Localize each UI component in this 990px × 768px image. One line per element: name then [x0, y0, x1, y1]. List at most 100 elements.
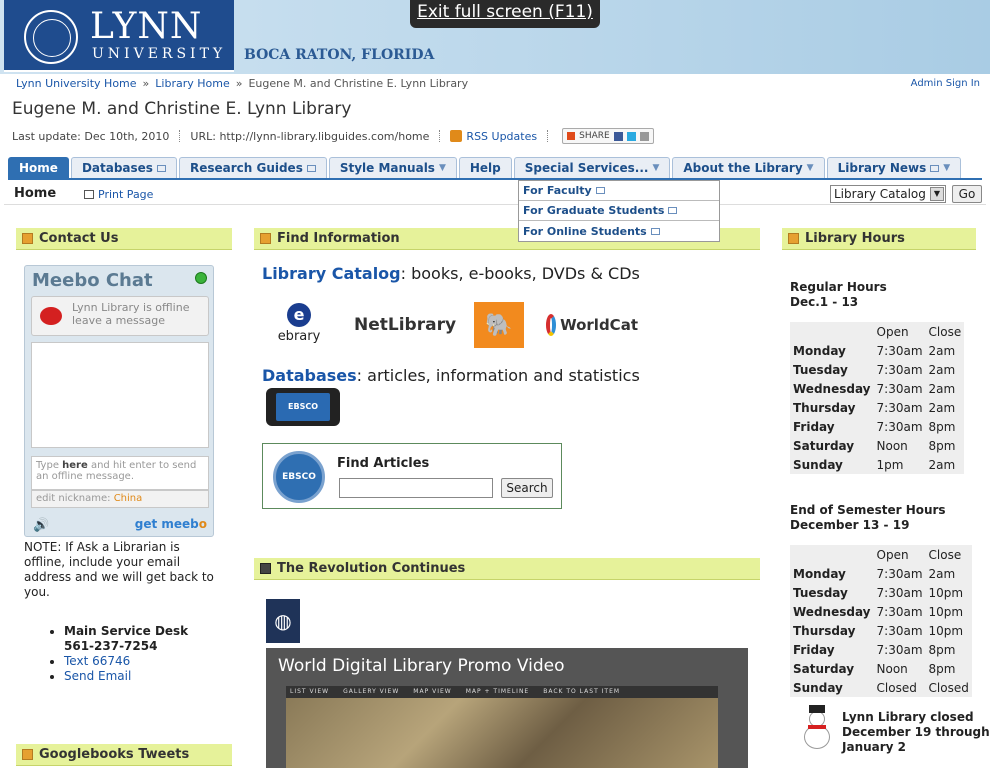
university-seal-icon — [24, 10, 78, 64]
external-link-icon — [930, 164, 940, 172]
table-row: Tuesday 7:30am 10pm — [793, 585, 964, 600]
meebo-nickname[interactable]: edit nickname: China — [31, 490, 209, 508]
box-toggle-icon — [788, 233, 799, 244]
worldcat-logo[interactable]: WorldCat — [546, 307, 638, 343]
current-page-label: Home — [14, 186, 57, 201]
menu-item-faculty[interactable]: For Faculty — [519, 181, 719, 201]
box-toggle-icon — [22, 233, 33, 244]
promo-video-player[interactable]: World Digital Library Promo Video LIST V… — [266, 648, 748, 768]
catalog-line: Library Catalog: books, e-books, DVDs & … — [262, 264, 640, 283]
table-row: Saturday Noon 8pm — [793, 438, 956, 453]
chevron-down-icon: ▼ — [930, 187, 944, 201]
admin-sign-in-link[interactable]: Admin Sign In — [911, 78, 980, 89]
breadcrumb-current: Eugene M. and Christine E. Lynn Library — [248, 77, 469, 90]
tab-special-services[interactable]: Special Services... ▼ — [513, 157, 671, 178]
tab-help[interactable]: Help — [458, 157, 512, 178]
share-label: SHARE — [579, 131, 610, 141]
main-nav-tabs: Home Databases Research Guides Style Man… — [8, 157, 982, 180]
tab-databases[interactable]: Databases — [70, 157, 177, 178]
sub-toolbar: Home Print Page Library Catalog ▼ Go — [4, 181, 986, 205]
status-indicator-icon — [195, 272, 207, 284]
tab-research-guides[interactable]: Research Guides — [178, 157, 327, 178]
tab-home[interactable]: Home — [8, 157, 69, 178]
table-row: Monday 7:30am 2am — [793, 343, 956, 358]
meebo-status: Lynn Library is offline leave a message — [31, 296, 209, 336]
university-logo[interactable]: LYNN UNIVERSITY — [4, 0, 234, 72]
offline-note: NOTE: If Ask a Librarian is offline, inc… — [24, 540, 214, 599]
library-catalog-link[interactable]: Library Catalog — [262, 264, 401, 283]
table-row: Thursday 7:30am 2am — [793, 400, 956, 415]
external-link-icon — [306, 164, 316, 172]
text-link[interactable]: Text 66746 — [64, 654, 130, 668]
breadcrumb-university-home[interactable]: Lynn University Home — [16, 77, 137, 90]
find-articles-box: EBSCO HOST Find Articles Search — [262, 443, 562, 528]
printer-icon — [84, 190, 94, 199]
send-email-link[interactable]: Send Email — [64, 669, 131, 683]
meebo-message-area — [31, 342, 209, 448]
databases-line: Databases: articles, information and sta… — [262, 366, 640, 385]
divider — [179, 130, 181, 142]
meebo-chat-widget: Meebo Chat Lynn Library is offline leave… — [24, 265, 214, 537]
video-title: World Digital Library Promo Video — [278, 656, 565, 676]
contact-list: Main Service Desk561-237-7254 Text 66746… — [48, 624, 188, 684]
facebook-icon — [613, 131, 623, 141]
rss-icon — [450, 130, 463, 142]
meebo-message-input[interactable]: Type here and hit enter to send an offli… — [31, 456, 209, 490]
semester-hours-table: Open Close Monday 7:30am 2am Tuesday 7:30am 1… — [790, 545, 972, 697]
rss-updates-link[interactable]: RSS Updates — [450, 130, 537, 143]
elephant-logo-icon[interactable]: 🐘 — [474, 302, 524, 348]
breadcrumb-separator: » — [142, 77, 150, 90]
speaker-icon[interactable]: 🔊 — [33, 518, 49, 533]
chevron-down-icon: ▼ — [438, 163, 446, 173]
table-row: Friday 7:30am 8pm — [793, 642, 956, 657]
external-link-icon — [668, 207, 678, 214]
find-articles-input[interactable] — [339, 478, 493, 498]
tab-about-library[interactable]: About the Library ▼ — [672, 157, 825, 178]
table-row: Sunday Closed Closed — [793, 680, 969, 695]
search-button[interactable]: Search — [501, 478, 553, 498]
share-button[interactable]: SHARE — [562, 128, 654, 144]
go-button[interactable]: Go — [952, 185, 982, 203]
tab-library-news[interactable]: Library News ▼ — [826, 157, 962, 178]
chevron-down-icon: ▼ — [806, 163, 814, 173]
ebsco-mobile-icon[interactable]: EBSCO HOST — [266, 388, 340, 439]
email-icon — [639, 131, 649, 141]
film-icon — [260, 563, 271, 574]
regular-hours-table: Open Close Monday 7:30am 2am Tuesday 7:30am 2… — [790, 322, 965, 474]
fullscreen-notice[interactable]: Exit full screen (F11) — [410, 0, 600, 28]
library-hours-heading: Library Hours — [782, 228, 976, 250]
page-url: URL: http://lynn-library.libguides.com/h… — [190, 129, 430, 143]
external-link-icon — [156, 164, 166, 172]
breadcrumb-library-home[interactable]: Library Home — [155, 77, 229, 90]
closure-note: Lynn Library closed December 19 through … — [842, 710, 990, 754]
video-nav: LIST VIEW GALLERY VIEW MAP VIEW MAP + TI… — [290, 688, 621, 695]
meebo-title: Meebo Chat — [32, 270, 153, 291]
ebsco-host-icon: EBSCO HOST — [273, 451, 325, 528]
table-row: Monday 7:30am 2am — [793, 566, 956, 581]
netlibrary-logo[interactable]: NetLibrary — [350, 307, 456, 343]
snowman-icon — [800, 705, 834, 749]
semester-hours-title: End of Semester Hours December 13 - 19 — [790, 503, 946, 532]
get-meebo-link[interactable]: get meebo — [135, 517, 207, 531]
menu-item-graduate[interactable]: For Graduate Students — [519, 201, 719, 221]
world-digital-library-icon[interactable]: ◍ — [266, 599, 300, 643]
box-toggle-icon — [260, 233, 271, 244]
page-meta: Last update: Dec 10th, 2010 URL: http://… — [12, 128, 654, 144]
external-link-icon — [650, 227, 660, 235]
menu-item-online[interactable]: For Online Students — [519, 221, 719, 241]
breadcrumb: Lynn University Home » Library Home » Eugene… — [16, 77, 468, 90]
search-scope-select[interactable]: Library Catalog ▼ — [830, 185, 946, 203]
list-item: Main Service Desk561-237-7254 — [64, 624, 188, 654]
table-row: Tuesday 7:30am 2am — [793, 362, 956, 377]
chevron-down-icon: ▼ — [652, 163, 660, 173]
twitter-icon — [626, 131, 636, 141]
share-icon — [567, 132, 576, 140]
tab-style-manuals[interactable]: Style Manuals ▼ — [328, 157, 457, 178]
databases-link[interactable]: Databases — [262, 366, 357, 385]
ebrary-icon: e — [287, 303, 311, 327]
find-articles-title: Find Articles — [337, 456, 430, 471]
print-page-link[interactable]: Print Page — [84, 188, 153, 201]
box-toggle-icon — [22, 749, 33, 760]
video-frame — [286, 686, 718, 768]
ebrary-logo[interactable]: e ebrary — [270, 303, 328, 347]
